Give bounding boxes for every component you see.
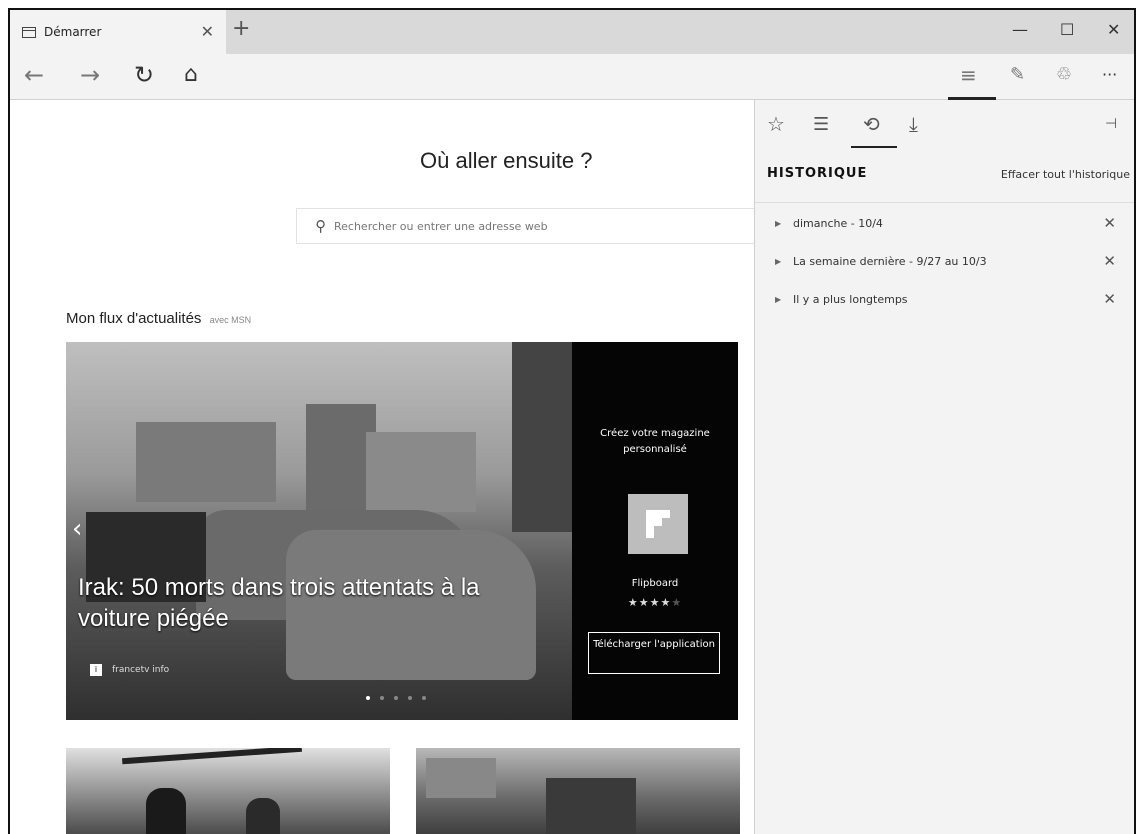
search-icon: ⚲ xyxy=(315,217,326,235)
maximize-button[interactable]: ☐ xyxy=(1060,20,1074,39)
navigation-bar: ← → ↻ ⌂ ≡ ✎ ♲ ··· xyxy=(10,54,1134,100)
history-group-row[interactable]: ▶ dimanche - 10/4 ✕ xyxy=(755,210,1134,236)
expand-chevron-icon[interactable]: ▶ xyxy=(775,257,793,266)
tab-title: Démarrer xyxy=(44,25,102,39)
history-group-label: La semaine dernière - 9/27 au 10/3 xyxy=(793,254,987,268)
web-note-icon[interactable]: ✎ xyxy=(1010,60,1025,90)
browser-window: Démarrer ✕ + — ☐ ✕ ← → ↻ ⌂ ≡ ✎ ♲ ··· Où … xyxy=(8,8,1136,834)
back-arrow-icon[interactable]: ← xyxy=(24,60,44,90)
expand-chevron-icon[interactable]: ▶ xyxy=(775,295,793,304)
hero-headline[interactable]: Irak: 50 morts dans trois attentats à la… xyxy=(78,572,548,634)
history-group-row[interactable]: ▶ Il y a plus longtemps ✕ xyxy=(755,286,1134,312)
expand-chevron-icon[interactable]: ▶ xyxy=(775,219,793,228)
history-group-row[interactable]: ▶ La semaine dernière - 9/27 au 10/3 ✕ xyxy=(755,248,1134,274)
news-feed-label: Mon flux d'actualités xyxy=(66,310,202,327)
tab-bar: Démarrer ✕ + — ☐ ✕ xyxy=(10,10,1134,54)
pin-panel-icon[interactable]: ⊣ xyxy=(1105,116,1117,132)
star-icon: ★ xyxy=(660,596,672,609)
flipboard-logo-icon xyxy=(628,494,688,554)
hero-source-label: francetv info xyxy=(112,665,170,675)
remove-group-icon[interactable]: ✕ xyxy=(1103,214,1116,232)
share-icon[interactable]: ♲ xyxy=(1056,60,1072,90)
carousel-dot[interactable] xyxy=(408,696,412,700)
news-thumbnail-1[interactable] xyxy=(66,748,390,834)
search-box[interactable]: ⚲ Rechercher ou entrer une adresse web xyxy=(296,208,756,244)
hero-news-card[interactable]: ‹ › Irak: 50 morts dans trois attentats … xyxy=(66,342,738,720)
hub-icon[interactable]: ≡ xyxy=(960,60,977,90)
carousel-dot[interactable] xyxy=(394,696,398,700)
flipboard-ad: Créez votre magazine personnalisé Flipbo… xyxy=(572,342,738,720)
start-page: Où aller ensuite ? ⚲ Rechercher ou entre… xyxy=(10,100,756,834)
favorites-star-icon[interactable]: ☆ xyxy=(767,112,785,136)
more-icon[interactable]: ··· xyxy=(1102,60,1117,90)
ad-app-name: Flipboard xyxy=(631,578,679,589)
star-icon: ★ xyxy=(638,596,650,609)
hero-source: i francetv info xyxy=(90,664,170,676)
star-icon: ★ xyxy=(671,596,683,609)
home-icon[interactable]: ⌂ xyxy=(184,60,198,90)
close-tab-icon[interactable]: ✕ xyxy=(201,22,214,41)
ad-rating-stars: ★★★★★ xyxy=(572,596,738,609)
close-window-button[interactable]: ✕ xyxy=(1107,20,1120,39)
search-input[interactable]: Rechercher ou entrer une adresse web xyxy=(334,220,548,233)
news-thumbnail-2[interactable] xyxy=(416,748,740,834)
star-icon: ★ xyxy=(649,596,661,609)
divider xyxy=(755,202,1134,203)
carousel-dot[interactable] xyxy=(380,696,384,700)
history-tab-indicator xyxy=(851,146,897,148)
news-feed-title: Mon flux d'actualités avec MSN xyxy=(66,310,251,327)
carousel-prev-icon[interactable]: ‹ xyxy=(72,514,82,544)
history-heading: HISTORIQUE xyxy=(767,166,868,181)
reading-list-icon[interactable]: ☰ xyxy=(813,114,829,135)
news-feed-source: avec MSN xyxy=(209,315,252,325)
remove-group-icon[interactable]: ✕ xyxy=(1103,252,1116,270)
star-icon: ★ xyxy=(627,596,639,609)
minimize-button[interactable]: — xyxy=(1012,20,1028,39)
download-app-button[interactable]: Télécharger l'application xyxy=(588,632,720,674)
clear-history-link[interactable]: Effacer tout l'historique xyxy=(1001,168,1130,181)
history-hub-panel: ☆ ☰ ⟲ ⤓ ⊣ HISTORIQUE Effacer tout l'hist… xyxy=(754,100,1134,834)
ad-title: Créez votre magazine personnalisé xyxy=(600,428,710,455)
forward-arrow-icon[interactable]: → xyxy=(80,60,100,90)
history-clock-icon[interactable]: ⟲ xyxy=(863,112,880,136)
new-tab-button[interactable]: + xyxy=(232,18,250,40)
page-headline: Où aller ensuite ? xyxy=(420,148,593,173)
tab-demarrer[interactable]: Démarrer ✕ xyxy=(10,10,226,54)
page-icon xyxy=(22,26,36,38)
carousel-dot[interactable] xyxy=(422,696,426,700)
refresh-icon[interactable]: ↻ xyxy=(134,60,154,90)
carousel-dot[interactable] xyxy=(366,696,370,700)
source-logo-icon: i xyxy=(90,664,102,676)
carousel-dots[interactable] xyxy=(366,696,426,700)
history-group-label: Il y a plus longtemps xyxy=(793,292,908,306)
remove-group-icon[interactable]: ✕ xyxy=(1103,290,1116,308)
downloads-icon[interactable]: ⤓ xyxy=(909,112,918,136)
history-group-label: dimanche - 10/4 xyxy=(793,216,883,230)
